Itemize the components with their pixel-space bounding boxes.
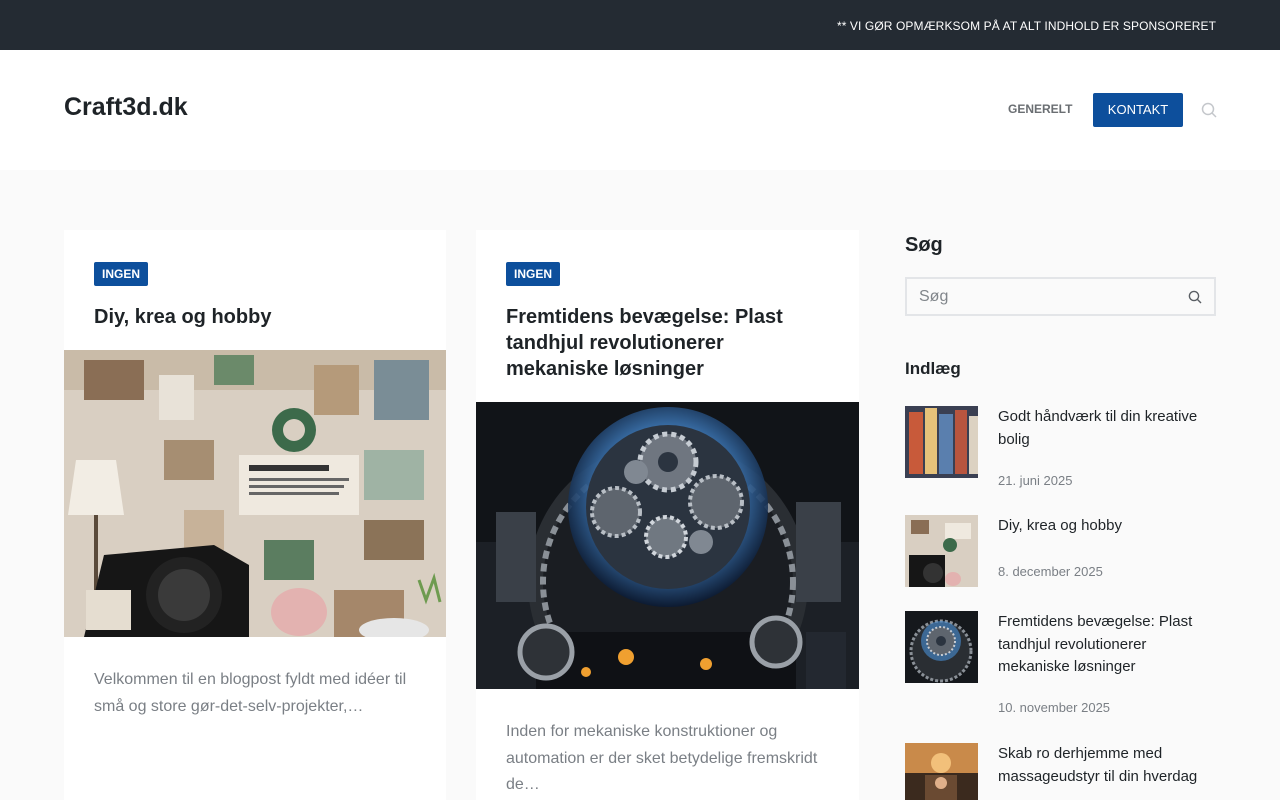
recent-post-item: Skab ro derhjemme med massageudstyr til … xyxy=(905,743,1216,800)
nav-item-kontakt-button[interactable]: KONTAKT xyxy=(1093,93,1183,127)
search-icon[interactable] xyxy=(1201,102,1217,118)
recent-post-title[interactable]: Skab ro derhjemme med massageudstyr til … xyxy=(998,743,1216,788)
post-image-craft[interactable] xyxy=(64,350,446,637)
recent-post-item: Diy, krea og hobby 8. december 2025 xyxy=(905,515,1216,587)
recent-post-title[interactable]: Godt håndværk til din kreative bolig xyxy=(998,406,1216,451)
recent-post-date: 8. december 2025 xyxy=(998,564,1103,579)
recent-post-date: 10. november 2025 xyxy=(998,700,1111,715)
recent-post-title[interactable]: Fremtidens bevægelse: Plast tandhjul rev… xyxy=(998,611,1216,679)
top-notice-bar: ** VI GØR OPMÆRKSOM PÅ AT ALT INDHOLD ER… xyxy=(0,0,1280,50)
post-excerpt: Inden for mekaniske konstruktioner og au… xyxy=(506,723,818,793)
post-card: INGEN Fremtidens bevægelse: Plast tandhj… xyxy=(476,230,859,800)
search-widget-heading: Søg xyxy=(905,234,943,256)
recent-post-title[interactable]: Diy, krea og hobby xyxy=(998,515,1216,538)
post-card: INGEN Diy, krea og hobby Velkommen til e… xyxy=(64,230,446,800)
sidebar-search-form xyxy=(905,277,1216,316)
sponsored-notice: ** VI GØR OPMÆRKSOM PÅ AT ALT INDHOLD ER… xyxy=(836,19,1216,33)
site-header: Craft3d.dk GENERELT KONTAKT xyxy=(0,50,1280,170)
recent-post-date: 21. juni 2025 xyxy=(998,473,1073,488)
category-badge[interactable]: INGEN xyxy=(506,262,561,286)
recent-post-item: Fremtidens bevægelse: Plast tandhjul rev… xyxy=(905,611,1216,721)
category-badge[interactable]: INGEN xyxy=(94,262,149,286)
recent-post-thumbnail[interactable] xyxy=(905,743,978,800)
site-title[interactable]: Craft3d.dk xyxy=(64,93,188,122)
recent-post-thumbnail[interactable] xyxy=(905,611,978,683)
sidebar-search-input[interactable] xyxy=(919,279,1179,314)
recent-posts-heading: Indlæg xyxy=(905,359,961,378)
recent-post-thumbnail[interactable] xyxy=(905,406,978,478)
recent-post-item: Godt håndværk til din kreative bolig 21.… xyxy=(905,406,1216,496)
post-excerpt: Velkommen til en blogpost fyldt med idée… xyxy=(94,671,407,715)
post-title[interactable]: Fremtidens bevægelse: Plast tandhjul rev… xyxy=(506,304,829,382)
nav-item-generelt[interactable]: GENERELT xyxy=(1008,102,1072,116)
post-title[interactable]: Diy, krea og hobby xyxy=(94,304,416,330)
search-icon[interactable] xyxy=(1188,290,1202,304)
post-image-gears[interactable] xyxy=(476,402,859,689)
recent-post-thumbnail[interactable] xyxy=(905,515,978,587)
